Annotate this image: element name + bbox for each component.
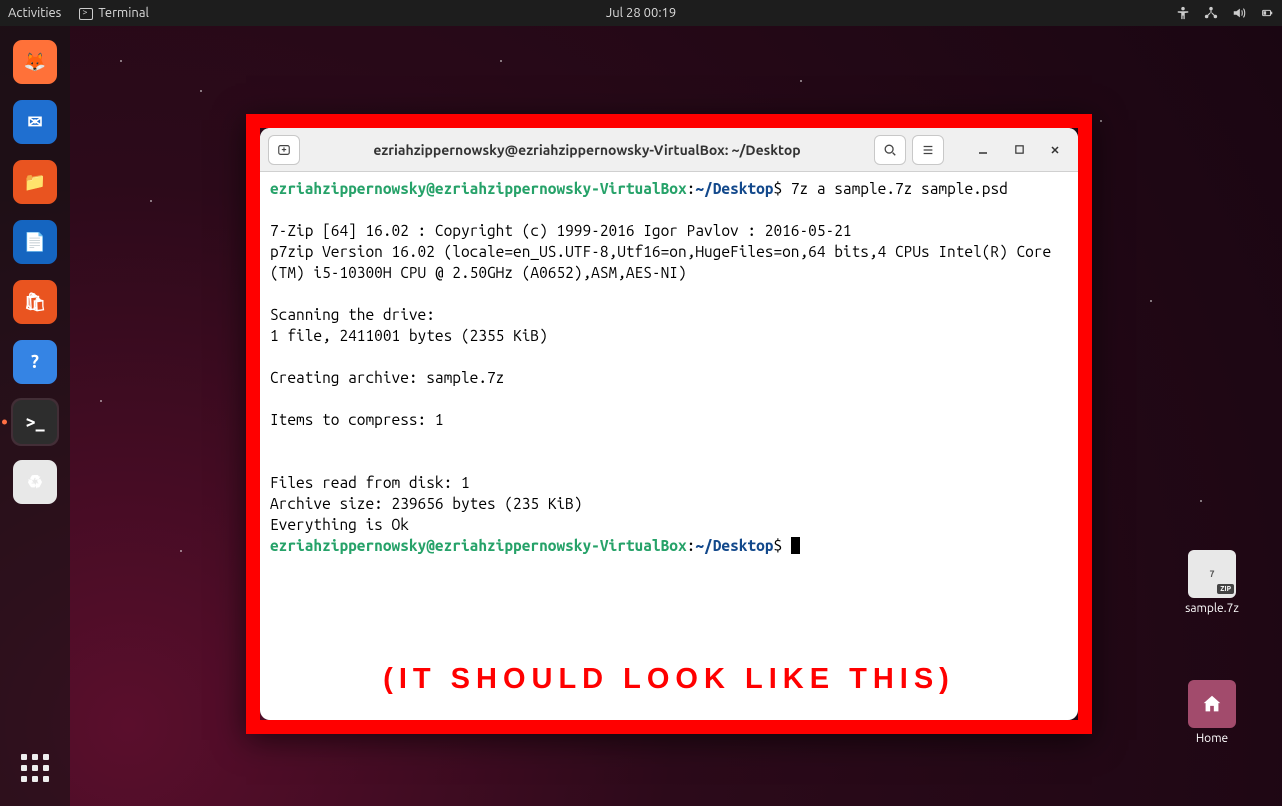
- hamburger-icon: [921, 143, 935, 157]
- volume-icon[interactable]: [1232, 6, 1246, 20]
- search-button[interactable]: [874, 135, 906, 165]
- menu-button[interactable]: [912, 135, 944, 165]
- accessibility-icon[interactable]: [1176, 6, 1190, 20]
- show-applications-button[interactable]: [11, 744, 59, 792]
- cursor: [791, 537, 800, 554]
- dock-icon-software[interactable]: 🛍: [11, 278, 59, 326]
- close-button[interactable]: [1040, 135, 1070, 165]
- command-line-1: 7z a sample.7z sample.psd: [791, 180, 1008, 197]
- prompt-user-host: ezriahzippernowsky@ezriahzippernowsky-Vi…: [270, 180, 687, 197]
- maximize-icon: [1014, 144, 1025, 155]
- desktop-icon-sample-7z[interactable]: 7ZIP sample.7z: [1172, 550, 1252, 615]
- terminal-output: 7-Zip [64] 16.02 : Copyright (c) 1999-20…: [270, 222, 1051, 533]
- new-tab-button[interactable]: [268, 135, 300, 165]
- clock[interactable]: Jul 28 00:19: [606, 6, 676, 20]
- search-icon: [883, 143, 897, 157]
- dock-icon-trash[interactable]: ♻: [11, 458, 59, 506]
- dock-icon-writer[interactable]: 📄: [11, 218, 59, 266]
- dock: 🦊 ✉ 📁 📄 🛍? >_ ♻: [0, 26, 70, 806]
- desktop-icon-label: Home: [1196, 732, 1228, 745]
- new-tab-icon: [277, 143, 291, 157]
- terminal-icon: [79, 8, 93, 20]
- prompt-user-host: ezriahzippernowsky@ezriahzippernowsky-Vi…: [270, 537, 687, 554]
- dock-icon-firefox[interactable]: 🦊: [11, 38, 59, 86]
- annotation-caption: (IT SHOULD LOOK LIKE THIS): [260, 663, 1078, 696]
- window-title: ezriahzippernowsky@ezriahzippernowsky-Vi…: [306, 142, 868, 158]
- dock-icon-help[interactable]: ?: [11, 338, 59, 386]
- activities-button[interactable]: Activities: [8, 6, 61, 20]
- prompt-path: ~/Desktop: [695, 180, 773, 197]
- terminal-body[interactable]: ezriahzippernowsky@ezriahzippernowsky-Vi…: [260, 172, 1078, 720]
- annotation-frame: ezriahzippernowsky@ezriahzippernowsky-Vi…: [246, 114, 1092, 734]
- terminal-titlebar[interactable]: ezriahzippernowsky@ezriahzippernowsky-Vi…: [260, 128, 1078, 172]
- app-indicator[interactable]: Terminal: [79, 6, 149, 20]
- prompt-path: ~/Desktop: [695, 537, 773, 554]
- minimize-button[interactable]: [968, 135, 998, 165]
- network-icon[interactable]: [1204, 6, 1218, 20]
- dock-icon-thunderbird[interactable]: ✉: [11, 98, 59, 146]
- desktop-icon-home[interactable]: Home: [1172, 680, 1252, 745]
- dock-icon-files[interactable]: 📁: [11, 158, 59, 206]
- home-folder-icon: [1188, 680, 1236, 728]
- maximize-button[interactable]: [1004, 135, 1034, 165]
- minimize-icon: [977, 144, 989, 156]
- terminal-window: ezriahzippernowsky@ezriahzippernowsky-Vi…: [260, 128, 1078, 720]
- top-bar: Activities Terminal Jul 28 00:19: [0, 0, 1282, 26]
- power-icon[interactable]: [1260, 6, 1274, 20]
- desktop-icon-label: sample.7z: [1185, 602, 1239, 615]
- dock-icon-terminal[interactable]: >_: [11, 398, 59, 446]
- archive-icon: 7ZIP: [1188, 550, 1236, 598]
- close-icon: [1049, 144, 1061, 156]
